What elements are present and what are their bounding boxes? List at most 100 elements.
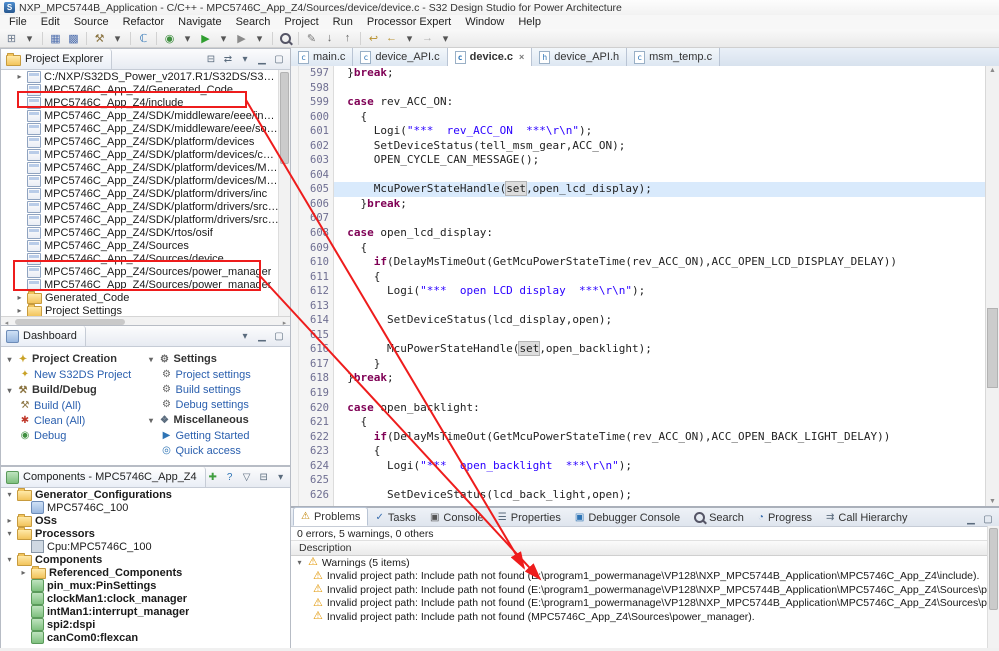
code-line[interactable] — [334, 299, 985, 314]
dashboard-link[interactable]: ⚙ Project settings — [147, 367, 289, 382]
back-icon[interactable]: ← — [383, 31, 400, 46]
menu-processor-expert[interactable]: Processor Expert — [360, 16, 458, 28]
tree-item[interactable]: MPC5746C_App_Z4/SDK/platform/drivers/inc — [1, 187, 279, 200]
tree-item[interactable]: MPC5746C_App_Z4/Sources/power_manager — [1, 265, 279, 278]
forward-icon[interactable]: → — [419, 31, 436, 46]
help-icon[interactable]: ? — [223, 470, 237, 484]
tab-search[interactable]: Search — [687, 509, 751, 526]
components-tree-item[interactable]: ▾ Generator_Configurations — [1, 488, 290, 501]
tree-item[interactable]: MPC5746C_App_Z4/SDK/platform/devices/MPC… — [1, 161, 279, 174]
run-dropdown-icon[interactable]: ▾ — [215, 31, 232, 46]
twisty-icon[interactable]: ▸ — [19, 568, 28, 577]
dashboard-section-header[interactable]: ▾ ⚒ Build/Debug — [5, 382, 147, 398]
collapse-all-icon[interactable]: ⊟ — [204, 52, 218, 66]
warnings-group-row[interactable]: ▾ ⚠ Warnings (5 items) — [291, 556, 999, 570]
twisty-icon[interactable]: ▸ — [5, 516, 14, 525]
view-menu-icon[interactable]: ▾ — [274, 470, 288, 484]
last-edit-location-icon[interactable]: ↩ — [365, 31, 382, 46]
collapse-all-icon[interactable]: ⊟ — [257, 470, 271, 484]
code-line[interactable]: { — [334, 241, 985, 256]
code-line[interactable]: case open_lcd_display: — [334, 226, 985, 241]
dashboard-link[interactable]: ⚒ Build (All) — [5, 398, 147, 413]
twisty-icon[interactable]: ▾ — [5, 386, 14, 395]
new-dropdown-icon[interactable]: ▾ — [21, 31, 38, 46]
search-icon[interactable] — [277, 31, 294, 46]
code-line[interactable] — [334, 386, 985, 401]
add-component-icon[interactable]: ✚ — [206, 470, 220, 484]
editor-tab-msm_temp-c[interactable]: c msm_temp.c — [627, 48, 721, 66]
tab-progress[interactable]: ◔ Progress — [751, 509, 819, 526]
warning-row[interactable]: ⚠ Invalid project path: Include path not … — [291, 570, 999, 584]
code-line[interactable]: { — [334, 415, 985, 430]
menu-navigate[interactable]: Navigate — [171, 16, 228, 28]
menu-search[interactable]: Search — [229, 16, 278, 28]
twisty-icon[interactable]: ▾ — [147, 355, 156, 364]
tree-item[interactable]: MPC5746C_App_Z4/Sources — [1, 239, 279, 252]
forward-dropdown-icon[interactable]: ▾ — [437, 31, 454, 46]
dashboard-tab[interactable]: Dashboard — [1, 326, 86, 346]
code-line[interactable]: if(DelayMsTimeOut(GetMcuPowerStateTime(r… — [334, 430, 985, 445]
dashboard-link[interactable]: ◉ Debug — [5, 428, 147, 443]
warning-row[interactable]: ⚠ Invalid project path: Include path not … — [291, 583, 999, 597]
external-tools-dropdown-icon[interactable]: ▾ — [251, 31, 268, 46]
previous-annotation-icon[interactable]: ↑ — [339, 31, 356, 46]
components-tree-item[interactable]: ▾ Components — [1, 553, 290, 566]
editor-scroll-thumb[interactable] — [987, 308, 998, 388]
editor-tab-device_API-h[interactable]: h device_API.h — [532, 48, 628, 66]
twisty-icon[interactable]: ▾ — [5, 490, 14, 499]
editor-tab-device-c[interactable]: c device.c × — [447, 48, 533, 66]
menu-source[interactable]: Source — [67, 16, 116, 28]
minimize-icon[interactable]: ▁ — [964, 512, 978, 526]
code-line[interactable]: OPEN_CYCLE_CAN_MESSAGE(); — [334, 153, 985, 168]
tree-item[interactable]: MPC5746C_App_Z4/Generated_Code — [1, 83, 279, 96]
tab-properties[interactable]: ☰ Properties — [491, 509, 568, 526]
link-with-editor-icon[interactable]: ⇄ — [221, 52, 235, 66]
warning-row[interactable]: ⚠ Invalid project path: Include path not … — [291, 597, 999, 611]
code-line[interactable]: McuPowerStateHandle(set,open_lcd_display… — [334, 181, 985, 197]
external-tools-icon[interactable]: ▶ — [233, 31, 250, 46]
tree-item[interactable]: ▸ Project Settings — [1, 304, 279, 316]
explorer-vscrollbar[interactable] — [278, 70, 290, 316]
tree-item[interactable]: MPC5746C_App_Z4/Sources/power_manager — [1, 278, 279, 291]
tree-item[interactable]: MPC5746C_App_Z4/SDK/platform/devices/MPC… — [1, 174, 279, 187]
twisty-icon[interactable]: ▸ — [15, 293, 24, 302]
menu-file[interactable]: File — [2, 16, 34, 28]
components-tree-item[interactable]: ▸ OSs — [1, 514, 290, 527]
tree-item[interactable]: MPC5746C_App_Z4/SDK/platform/devices — [1, 135, 279, 148]
dashboard-link[interactable]: ▶ Getting Started — [147, 428, 289, 443]
back-dropdown-icon[interactable]: ▾ — [401, 31, 418, 46]
tree-item[interactable]: ▸ C:/NXP/S32DS_Power_v2017.R1/S32DS/S32_S… — [1, 70, 279, 83]
code-line[interactable] — [334, 473, 985, 488]
description-column-header[interactable]: Description — [291, 540, 999, 556]
code-line[interactable]: } — [334, 357, 985, 372]
menu-edit[interactable]: Edit — [34, 16, 67, 28]
code-line[interactable]: }break; — [334, 371, 985, 386]
save-all-icon[interactable]: ▩ — [65, 31, 82, 46]
components-tree-item[interactable]: canCom0:flexcan — [1, 631, 290, 644]
view-menu-icon[interactable]: ▾ — [238, 52, 252, 66]
debug-dropdown-icon[interactable]: ▾ — [179, 31, 196, 46]
components-tree-item[interactable]: ▾ Processors — [1, 527, 290, 540]
code-line[interactable]: }break; — [334, 197, 985, 212]
twisty-icon[interactable]: ▾ — [5, 529, 14, 538]
menu-window[interactable]: Window — [458, 16, 511, 28]
tree-item[interactable]: MPC5746C_App_Z4/SDK/middleware/eee/inclu… — [1, 109, 279, 122]
dashboard-section-header[interactable]: ▾ ✦ Project Creation — [5, 351, 147, 367]
code-line[interactable]: Logi("*** rev_ACC_ON ***\r\n"); — [334, 124, 985, 139]
code-line[interactable]: { — [334, 444, 985, 459]
twisty-icon[interactable]: ▾ — [5, 555, 14, 564]
tab-call-hierarchy[interactable]: ⇉ Call Hierarchy — [819, 509, 914, 526]
code-line[interactable]: SetDeviceStatus(lcd_back_light,open); — [334, 488, 985, 503]
new-c-file-icon[interactable]: ℂ — [135, 31, 152, 46]
code-line[interactable]: }break; — [334, 66, 985, 81]
code-line[interactable]: case rev_ACC_ON: — [334, 95, 985, 110]
code-line[interactable] — [334, 328, 985, 343]
project-explorer-tab[interactable]: Project Explorer — [1, 49, 113, 69]
editor-vscrollbar[interactable]: ▲ ▼ — [985, 66, 999, 506]
tree-item[interactable]: MPC5746C_App_Z4/SDK/platform/devices/com… — [1, 148, 279, 161]
menu-run[interactable]: Run — [326, 16, 360, 28]
tree-item[interactable]: MPC5746C_App_Z4/SDK/platform/drivers/src… — [1, 213, 279, 226]
twisty-icon[interactable]: ▸ — [15, 306, 24, 315]
menu-project[interactable]: Project — [277, 16, 325, 28]
minimize-icon[interactable]: ▁ — [255, 329, 269, 343]
